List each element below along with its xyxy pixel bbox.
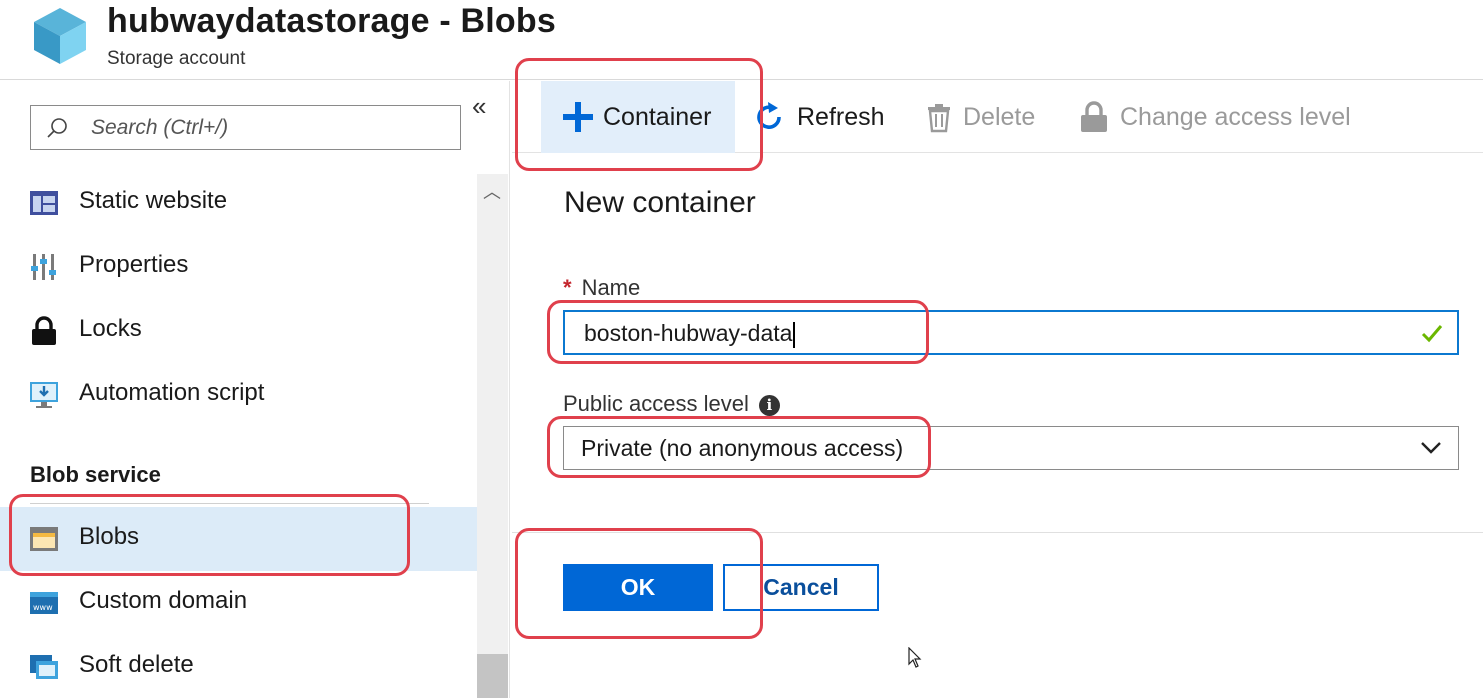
sidebar-item-soft-delete[interactable]: Soft delete [0,635,477,698]
refresh-icon [757,102,781,129]
public-access-level-select[interactable]: Private (no anonymous access) [563,426,1459,470]
search-input[interactable]: Search (Ctrl+/) [30,105,461,150]
change-access-level-label: Change access level [1120,103,1351,131]
mouse-pointer-icon [908,647,922,668]
container-name-input[interactable]: boston-hubway-data [563,310,1459,355]
trash-icon [928,104,950,133]
static-website-icon [30,191,58,215]
command-toolbar: Container Refresh Delete Change access l… [512,81,1483,153]
sidebar-item-locks[interactable]: Locks [0,299,477,363]
delete-label: Delete [963,103,1036,131]
checkmark-icon [1421,325,1443,343]
svg-text:www: www [33,603,53,612]
refresh-label: Refresh [797,103,885,131]
search-icon [47,118,67,138]
new-container-panel: New container * Name boston-hubway-data P… [512,154,1483,698]
change-access-level-button[interactable]: Change access level [1072,81,1372,153]
delete-button[interactable]: Delete [912,81,1052,153]
section-heading-blob-service: Blob service [30,462,161,487]
sidebar-item-properties[interactable]: Properties [0,235,477,299]
sidebar-item-label: Properties [79,251,189,278]
name-field-label: * Name [563,275,640,301]
scroll-up-icon[interactable]: ︿ [483,178,501,204]
name-label-text: Name [581,275,641,300]
add-container-label: Container [603,103,712,131]
panel-title: New container [564,186,756,219]
refresh-button[interactable]: Refresh [742,81,892,153]
lock-icon [32,316,56,345]
sidebar-item-label: Custom domain [79,587,248,614]
sidebar-item-label: Static website [79,187,228,214]
ok-button[interactable]: OK [563,564,713,611]
access-level-value: Private (no anonymous access) [581,435,904,461]
properties-icon [31,254,56,280]
page-header: hubwaydatastorage - Blobs Storage accoun… [0,0,1483,80]
public-access-level-label: Public access level i [563,391,780,417]
sidebar-item-static-website[interactable]: Static website [0,171,477,235]
add-container-button[interactable]: Container [541,81,735,153]
access-label-text: Public access level [563,391,749,416]
sidebar-item-label: Blobs [79,523,140,550]
cancel-button[interactable]: Cancel [723,564,879,611]
sidebar-item-blobs[interactable]: Blobs [0,507,477,571]
sidebar: Search (Ctrl+/) « Static website Propert… [0,81,510,698]
soft-delete-icon [30,655,58,679]
search-placeholder: Search (Ctrl+/) [91,116,229,139]
sidebar-item-label: Soft delete [79,651,194,678]
sidebar-item-label: Locks [79,315,142,342]
storage-account-icon [34,8,86,64]
info-icon[interactable]: i [758,394,780,416]
page-title: hubwaydatastorage - Blobs [107,2,556,40]
blobs-icon [30,527,58,551]
page-subtitle: Storage account [107,48,246,69]
automation-script-icon [30,382,58,408]
sidebar-item-automation-script[interactable]: Automation script [0,363,477,427]
sidebar-scrollbar[interactable]: ︿ [477,174,508,698]
chevron-down-icon [1421,442,1441,454]
required-marker: * [563,275,572,300]
sidebar-item-label: Automation script [79,379,265,406]
container-name-value: boston-hubway-data [584,320,796,348]
section-divider [30,503,429,504]
scrollbar-thumb[interactable] [477,654,508,698]
collapse-sidebar-icon[interactable]: « [472,93,486,119]
custom-domain-icon: www [30,592,58,614]
panel-divider [512,532,1483,533]
sidebar-item-custom-domain[interactable]: www Custom domain [0,571,477,635]
plus-icon [563,102,593,132]
lock-icon [1081,101,1107,132]
